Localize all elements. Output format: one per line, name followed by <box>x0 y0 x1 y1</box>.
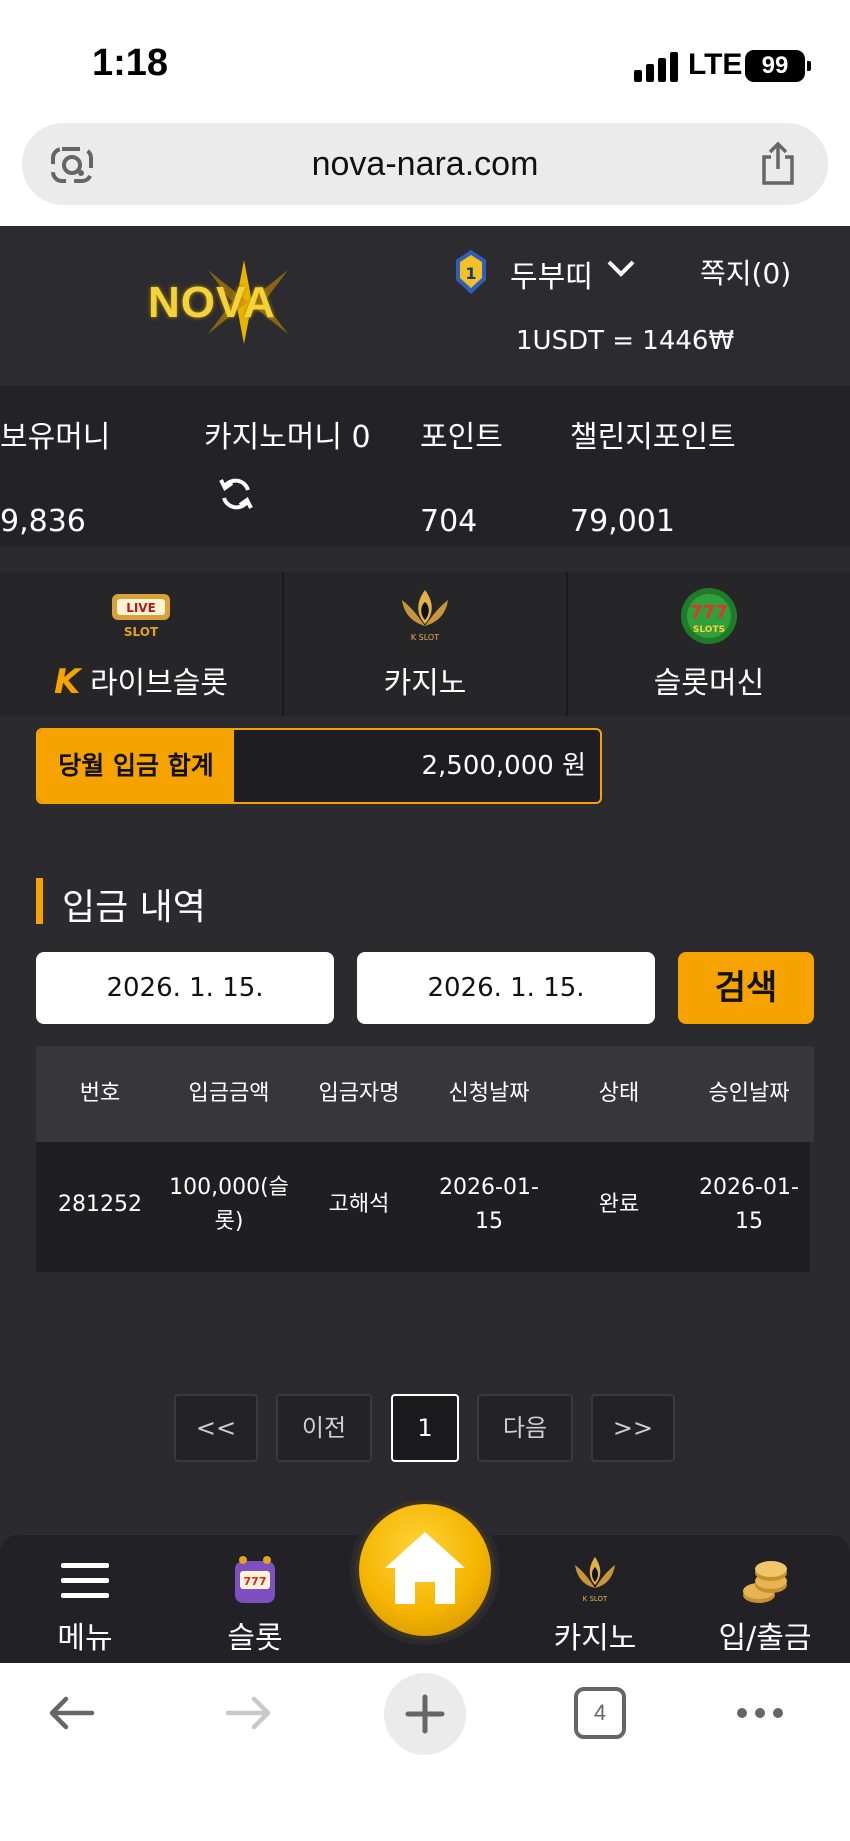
end-date-field[interactable]: 2026. 1. 15. <box>357 952 655 1024</box>
deposit-total-label: 당월 입금 합계 <box>38 730 234 802</box>
cell-approve-date: 2026-01- 15 <box>699 1175 799 1234</box>
more-options-icon[interactable] <box>730 1683 790 1743</box>
nova-logo[interactable]: NOVA <box>148 256 328 348</box>
money-label: 보유머니 <box>0 420 111 455</box>
username[interactable]: 두부띠 <box>510 252 593 296</box>
browser-url-area: nova-nara.com <box>0 120 850 226</box>
coins-icon <box>743 1561 787 1603</box>
site-content: NOVA 1 두부띠 쪽지(0) 1USDT = 1446₩ 보유머니 9,83… <box>0 226 850 1663</box>
cell-status: 완료 <box>598 1192 640 1217</box>
network-type: LTE <box>688 48 743 81</box>
search-button[interactable]: 검색 <box>678 952 814 1024</box>
777-slots-icon: 777 SLOTS <box>681 588 737 644</box>
svg-text:SLOTS: SLOTS <box>693 625 725 635</box>
svg-text:LIVE: LIVE <box>126 601 156 615</box>
live-slot-icon: LIVE SLOT <box>112 594 170 639</box>
table-row[interactable]: 281252 100,000(슬 롯) 고해석 2026-01- 15 완료 202… <box>36 1142 810 1272</box>
site-header: NOVA 1 두부띠 쪽지(0) 1USDT = 1446₩ <box>0 226 850 386</box>
money-value: 9,836 <box>0 504 86 539</box>
nav-deposit-withdraw[interactable]: 입/출금 <box>680 1535 850 1663</box>
refresh-icon[interactable] <box>218 476 254 512</box>
monthly-deposit-total: 당월 입금 합계 2,500,000 원 <box>36 728 602 804</box>
header-no: 번호 <box>79 1081 121 1106</box>
challenge-point-label: 챌린지포인트 <box>570 420 736 455</box>
cell-amount: 100,000(슬 롯) <box>169 1175 289 1234</box>
k-brand-icon: K <box>54 662 81 702</box>
cell-no: 281252 <box>58 1192 142 1217</box>
exchange-rate: 1USDT = 1446₩ <box>516 326 735 356</box>
tabs-button[interactable]: 4 <box>574 1687 626 1739</box>
header-approve-date: 승인날짜 <box>708 1081 790 1106</box>
hamburger-menu-icon <box>61 1563 109 1598</box>
level-badge-icon: 1 <box>456 250 486 294</box>
svg-text:777: 777 <box>244 1575 267 1588</box>
tab-label: 슬롯머신 <box>653 666 765 701</box>
header-status: 상태 <box>598 1081 640 1106</box>
tab-casino[interactable]: K SLOT 카지노 <box>284 572 566 716</box>
home-button[interactable] <box>359 1504 491 1636</box>
nav-label: 슬롯 <box>227 1621 283 1656</box>
casino-lotus-icon: K SLOT <box>575 1557 615 1603</box>
cell-depositor: 고해석 <box>328 1192 390 1217</box>
svg-text:K SLOT: K SLOT <box>411 633 439 642</box>
status-bar: 1:18 LTE 99 <box>0 0 850 120</box>
table-header: 번호 입금금액 입금자명 신청날짜 상태 승인날짜 <box>36 1046 814 1142</box>
point-value: 704 <box>420 504 478 539</box>
nav-label: 카지노 <box>553 1621 637 1656</box>
plus-icon <box>405 1694 445 1734</box>
battery-icon: 99 <box>745 50 811 82</box>
signal-icon <box>634 52 682 82</box>
tab-slot-machine[interactable]: 777 SLOTS 슬롯머신 <box>568 572 850 716</box>
page-prev-button[interactable]: 이전 <box>276 1394 372 1462</box>
game-tabs: LIVE SLOT K 라이브슬롯 K SLOT 카지노 777 SLOTS 슬… <box>0 572 850 716</box>
new-tab-button[interactable] <box>384 1673 466 1755</box>
browser-toolbar: 4 <box>0 1663 850 1841</box>
nav-label: 입/출금 <box>718 1621 812 1656</box>
url-bar[interactable]: nova-nara.com <box>22 123 828 205</box>
forward-arrow-icon[interactable] <box>218 1683 278 1743</box>
svg-text:SLOT: SLOT <box>124 625 159 639</box>
status-time: 1:18 <box>92 42 169 84</box>
tab-label: K 라이브슬롯 <box>54 662 228 702</box>
start-date-field[interactable]: 2026. 1. 15. <box>36 952 334 1024</box>
back-arrow-icon[interactable] <box>42 1683 102 1743</box>
tab-live-slot[interactable]: LIVE SLOT K 라이브슬롯 <box>0 572 282 716</box>
page-next-button[interactable]: 다음 <box>477 1394 573 1462</box>
k-slot-lotus-icon: K SLOT <box>402 590 448 642</box>
deposit-total-value: 2,500,000 원 <box>421 751 586 781</box>
slot-machine-icon: 777 <box>235 1556 275 1603</box>
svg-text:1: 1 <box>465 264 476 283</box>
home-button-wrap <box>350 1495 500 1645</box>
nav-slot[interactable]: 777 슬롯 <box>170 1535 340 1663</box>
nav-casino[interactable]: K SLOT 카지노 <box>510 1535 680 1663</box>
nav-label: 메뉴 <box>57 1621 113 1656</box>
casino-money-label: 카지노머니 0 <box>204 420 371 455</box>
cell-request-date: 2026-01- 15 <box>439 1175 539 1234</box>
tab-label: 카지노 <box>383 666 467 701</box>
page-first-button[interactable]: << <box>174 1394 258 1462</box>
header-request-date: 신청날짜 <box>448 1081 530 1106</box>
chevron-down-icon[interactable] <box>606 258 636 278</box>
pagination: << 이전 1 다음 >> <box>0 1394 850 1464</box>
home-icon <box>385 1532 465 1604</box>
page-current-button[interactable]: 1 <box>391 1394 459 1462</box>
header-amount: 입금금액 <box>188 1081 270 1106</box>
page-last-button[interactable]: >> <box>591 1394 675 1462</box>
svg-text:777: 777 <box>690 602 728 623</box>
challenge-point-value: 79,001 <box>570 504 675 539</box>
balance-panel: 보유머니 9,836 카지노머니 0 포인트 704 챌린지포인트 79,001 <box>0 386 850 546</box>
section-title-text: 입금 내역 <box>62 887 206 928</box>
section-accent-bar <box>36 878 43 924</box>
url-text[interactable]: nova-nara.com <box>22 145 828 184</box>
header-depositor: 입금자명 <box>318 1081 400 1106</box>
svg-text:K SLOT: K SLOT <box>583 1595 608 1603</box>
messages-link[interactable]: 쪽지(0) <box>700 252 791 292</box>
share-icon[interactable] <box>758 141 798 187</box>
logo-text: NOVA <box>148 278 276 327</box>
point-label: 포인트 <box>420 420 503 455</box>
nav-menu[interactable]: 메뉴 <box>0 1535 170 1663</box>
